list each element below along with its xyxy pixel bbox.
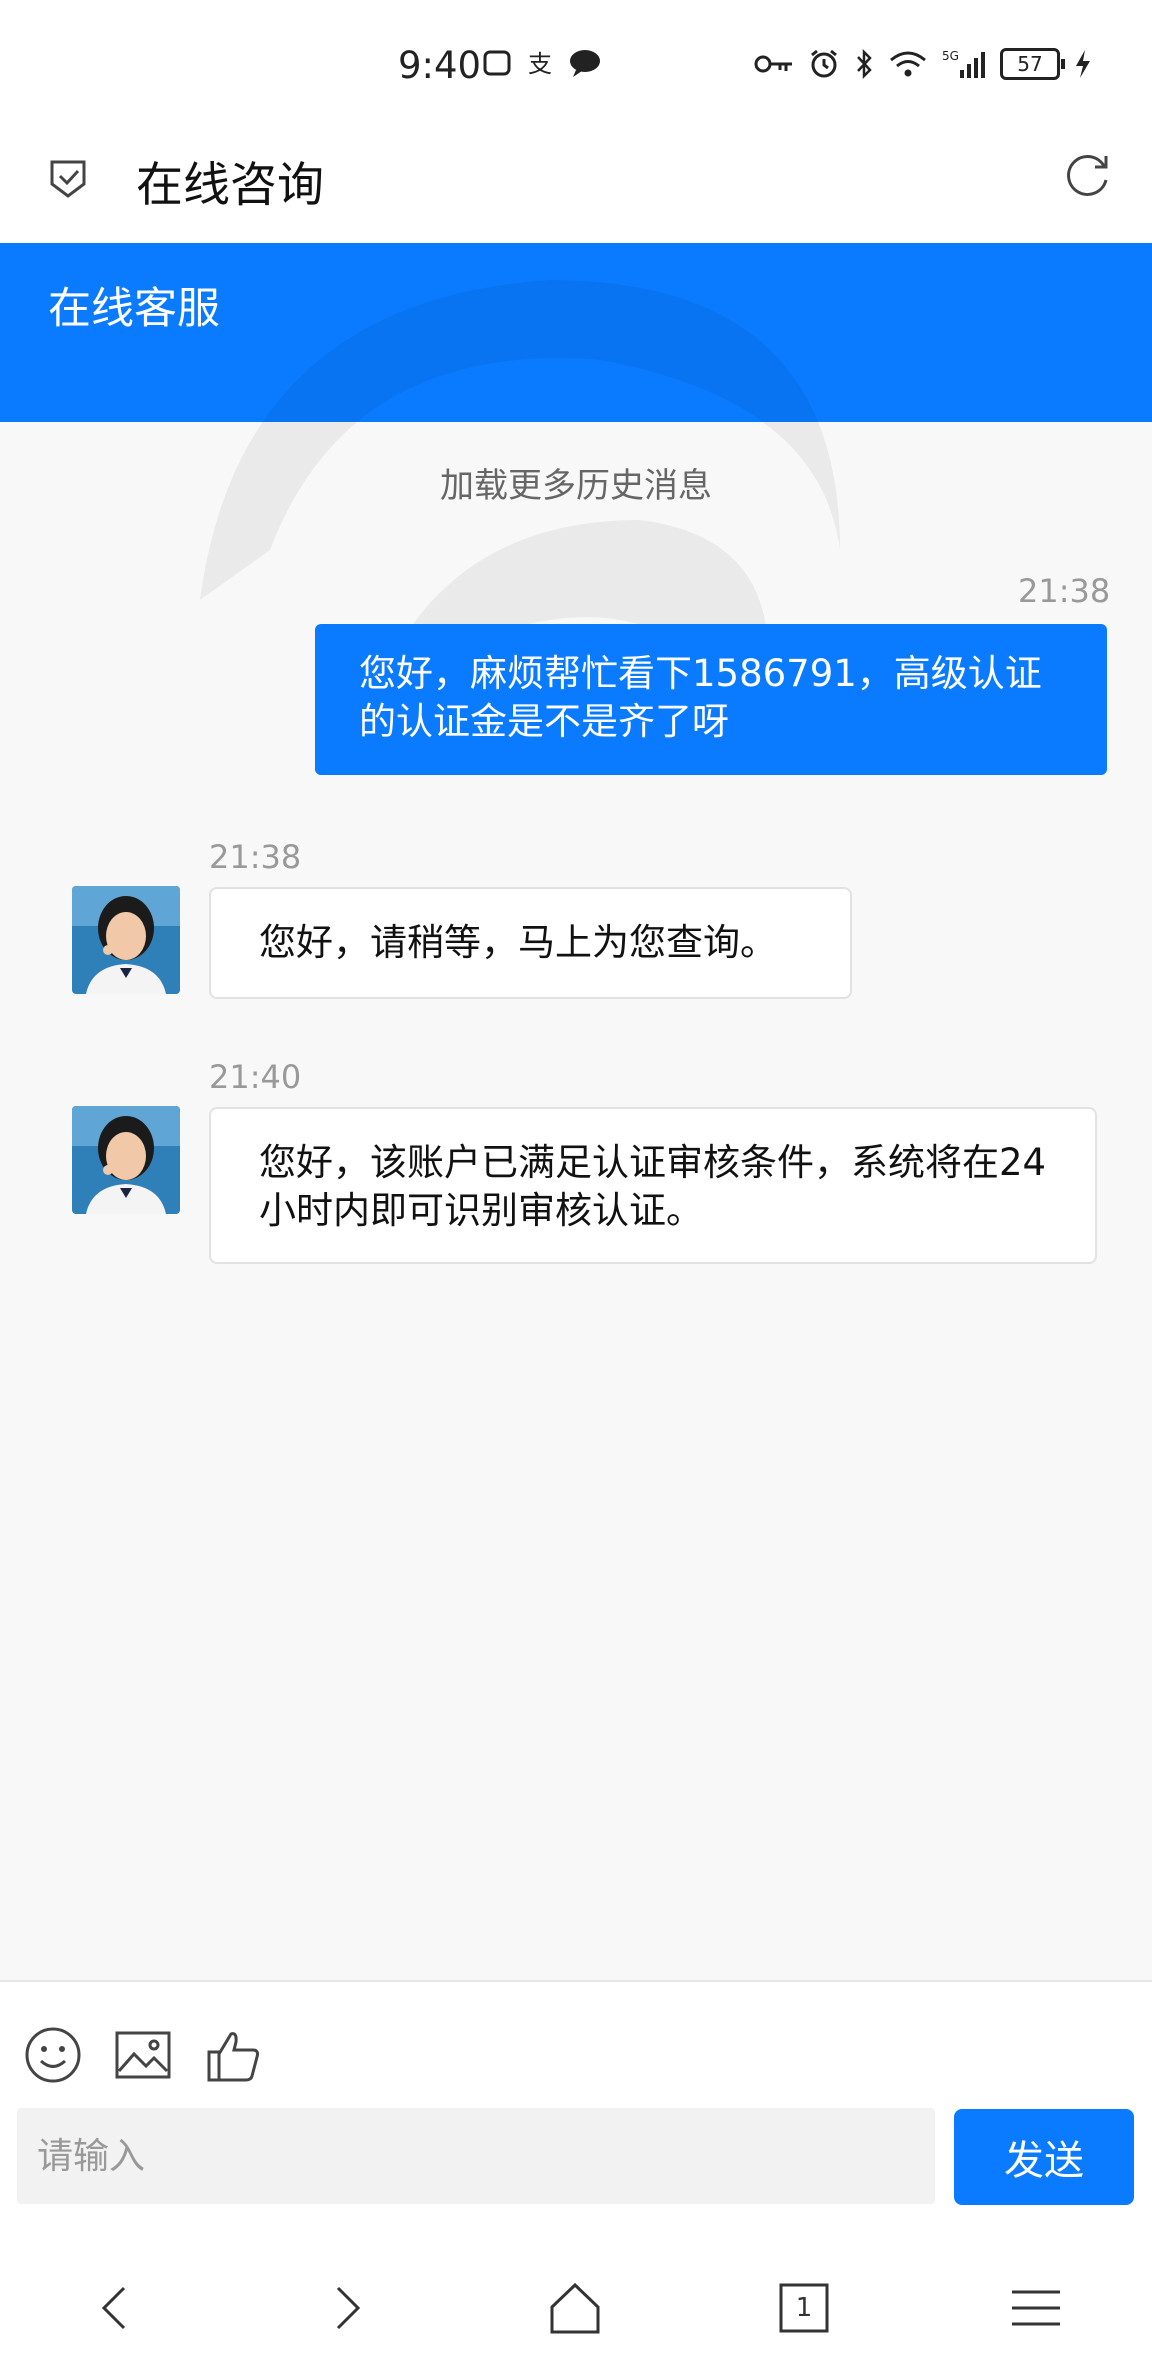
status-notification-icons: 支: [482, 48, 602, 78]
alipay-notification-icon: 支: [528, 50, 552, 78]
back-arrow-icon[interactable]: [88, 2280, 144, 2336]
image-icon[interactable]: [114, 2026, 172, 2084]
message-timestamp: 21:38: [1018, 572, 1111, 610]
status-system-icons: 5G 57: [754, 48, 1092, 80]
wifi-icon: [890, 51, 926, 77]
key-icon: [754, 55, 792, 73]
emoji-icon[interactable]: [24, 2026, 82, 2084]
message-notification-icon: [570, 50, 600, 77]
agent-message-bubble: 您好，该账户已满足认证审核条件，系统将在24小时内即可识别审核认证。: [209, 1107, 1097, 1264]
svg-text:5G: 5G: [942, 49, 959, 63]
home-icon[interactable]: [547, 2280, 603, 2336]
user-message-bubble: 您好，麻烦帮忙看下1586791，高级认证的认证金是不是齐了呀: [315, 624, 1107, 775]
svg-text:支: 支: [528, 50, 552, 78]
agent-avatar: [72, 886, 180, 994]
shield-check-icon[interactable]: [46, 156, 90, 200]
refresh-icon[interactable]: [1062, 150, 1114, 202]
thumbs-up-icon[interactable]: [205, 2026, 263, 2084]
message-timestamp: 21:40: [209, 1058, 302, 1096]
message-timestamp: 21:38: [209, 838, 302, 876]
tab-count: 1: [795, 2293, 813, 2323]
forward-arrow-icon[interactable]: [318, 2280, 374, 2336]
agent-avatar: [72, 1106, 180, 1214]
alarm-icon: [811, 49, 837, 78]
send-button[interactable]: 发送: [954, 2109, 1134, 2205]
status-time: 9:40: [398, 44, 482, 87]
page-title: 在线咨询: [136, 158, 324, 213]
tabs-button[interactable]: 1: [778, 2282, 830, 2334]
gallery-notification-icon: [483, 50, 511, 76]
load-more-history-link[interactable]: 加载更多历史消息: [0, 458, 1152, 507]
agent-message-bubble: 您好，请稍等，马上为您查询。: [209, 887, 852, 999]
menu-icon[interactable]: [1008, 2280, 1064, 2336]
bluetooth-icon: [857, 48, 872, 80]
charging-icon: [1076, 50, 1090, 78]
battery-indicator: 57: [1000, 48, 1065, 80]
message-input[interactable]: [17, 2108, 935, 2204]
signal-5g-icon: 5G: [942, 49, 985, 78]
